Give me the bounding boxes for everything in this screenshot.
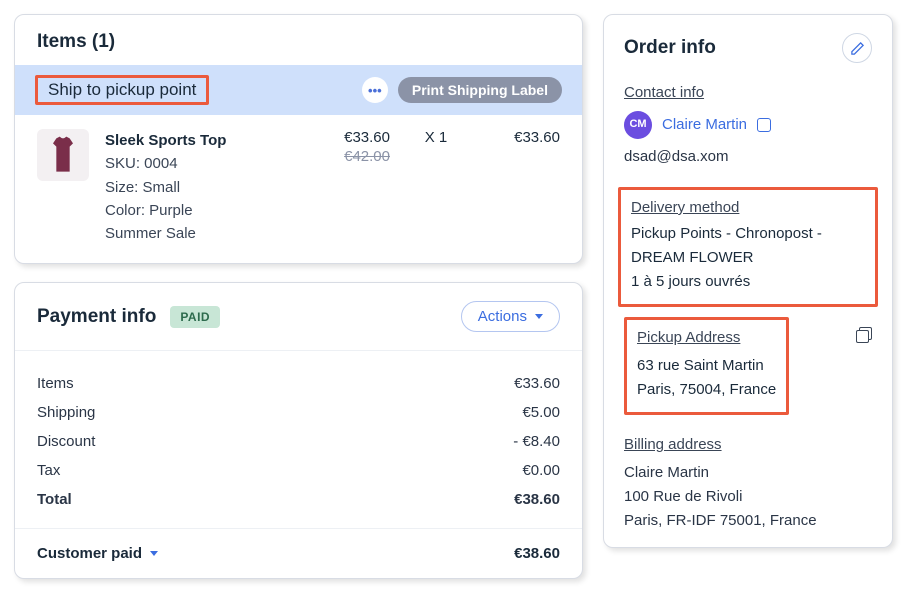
shipping-value: €5.00 — [522, 404, 560, 421]
tax-value: €0.00 — [522, 462, 560, 479]
contact-label: Contact info — [624, 81, 872, 105]
contact-section: Contact info CM Claire Martin dsad@dsa.x… — [604, 73, 892, 183]
chevron-down-icon — [150, 551, 158, 556]
payment-row-shipping: Shipping €5.00 — [37, 398, 560, 427]
ship-bar: Ship to pickup point ••• Print Shipping … — [15, 65, 582, 115]
quantity: X 1 — [406, 129, 466, 245]
edit-button[interactable] — [842, 33, 872, 63]
billing-line1: 100 Rue de Rivoli — [624, 485, 872, 509]
billing-name: Claire Martin — [624, 461, 872, 485]
copy-address-button[interactable] — [856, 327, 872, 343]
customer-paid-toggle[interactable]: Customer paid — [37, 545, 158, 562]
tax-label: Tax — [37, 462, 60, 479]
delivery-method-highlight: Delivery method Pickup Points - Chronopo… — [618, 187, 878, 307]
unit-price-col: €33.60 €42.00 — [316, 129, 390, 245]
discount-value: - €8.40 — [513, 433, 560, 450]
delivery-method: Pickup Points - Chronopost - DREAM FLOWE… — [631, 222, 865, 270]
customer-paid-label: Customer paid — [37, 545, 142, 562]
tshirt-icon — [46, 135, 80, 175]
print-shipping-label-button[interactable]: Print Shipping Label — [398, 77, 562, 103]
original-price: €42.00 — [316, 148, 390, 165]
more-menu-button[interactable]: ••• — [362, 77, 388, 103]
customer-paid-amount: €38.60 — [514, 545, 560, 562]
product-details: Sleek Sports Top SKU: 0004 Size: Small C… — [105, 129, 300, 245]
total-label: Total — [37, 491, 72, 508]
billing-label: Billing address — [624, 433, 872, 457]
avatar: CM — [624, 111, 652, 139]
total-value: €38.60 — [514, 491, 560, 508]
payment-row-tax: Tax €0.00 — [37, 456, 560, 485]
billing-section: Billing address Claire Martin 100 Rue de… — [604, 425, 892, 547]
contact-email: dsad@dsa.xom — [624, 145, 872, 169]
order-info-card: Order info Contact info CM Claire Martin… — [603, 14, 893, 548]
items-card: Items (1) Ship to pickup point ••• Print… — [14, 14, 583, 264]
pickup-line2: Paris, 75004, France — [637, 378, 776, 402]
items-value: €33.60 — [514, 375, 560, 392]
contact-name-link[interactable]: Claire Martin — [662, 113, 747, 137]
pickup-label: Pickup Address — [637, 326, 776, 350]
shipping-label: Shipping — [37, 404, 95, 421]
order-info-title: Order info — [624, 37, 716, 59]
payment-row-discount: Discount - €8.40 — [37, 427, 560, 456]
payment-row-total: Total €38.60 — [37, 485, 560, 522]
chevron-down-icon — [535, 314, 543, 319]
product-promo: Summer Sale — [105, 222, 300, 245]
delivery-label: Delivery method — [631, 196, 865, 220]
actions-button[interactable]: Actions — [461, 301, 560, 332]
paid-badge: PAID — [170, 306, 220, 328]
pencil-icon — [850, 41, 865, 56]
line-total: €33.60 — [482, 129, 560, 245]
product-name: Sleek Sports Top — [105, 129, 300, 152]
line-item: Sleek Sports Top SKU: 0004 Size: Small C… — [15, 115, 582, 263]
chat-icon[interactable] — [757, 118, 771, 132]
items-header: Items (1) — [15, 15, 582, 65]
actions-label: Actions — [478, 308, 527, 325]
payment-row-items: Items €33.60 — [37, 369, 560, 398]
ship-to-pickup-badge: Ship to pickup point — [35, 75, 209, 105]
delivery-eta: 1 à 5 jours ouvrés — [631, 270, 865, 294]
items-label: Items — [37, 375, 74, 392]
product-color: Color: Purple — [105, 199, 300, 222]
product-thumbnail — [37, 129, 89, 181]
payment-card: Payment info PAID Actions Items €33.60 S… — [14, 282, 583, 579]
payment-title: Payment info — [37, 306, 156, 328]
unit-price: €33.60 — [316, 129, 390, 146]
product-sku: SKU: 0004 — [105, 152, 300, 175]
discount-label: Discount — [37, 433, 95, 450]
pickup-address-highlight: Pickup Address 63 rue Saint Martin Paris… — [624, 317, 789, 415]
product-size: Size: Small — [105, 176, 300, 199]
billing-line2: Paris, FR-IDF 75001, France — [624, 509, 872, 533]
pickup-line1: 63 rue Saint Martin — [637, 354, 776, 378]
